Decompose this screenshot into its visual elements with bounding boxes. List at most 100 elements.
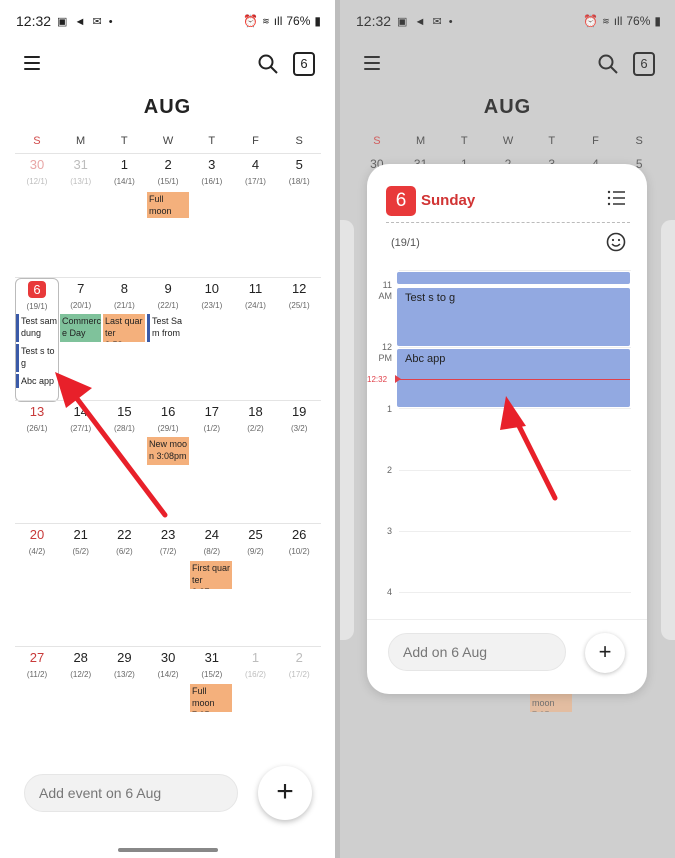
- day-cell[interactable]: 29 (13/2): [102, 647, 146, 771]
- status-time: 12:32: [16, 13, 52, 29]
- day-cell[interactable]: 30 (14/2): [146, 647, 190, 771]
- event-last-quarter[interactable]: Last quar ter 3:58pm: [103, 314, 145, 342]
- weekday-label: S: [295, 135, 303, 147]
- next-day-card-edge[interactable]: [661, 220, 675, 640]
- wifi-icon: ≋: [262, 15, 270, 26]
- day-number: 6: [16, 281, 58, 298]
- lunar-date: (4/2): [28, 547, 46, 556]
- weekday-label: T: [548, 135, 556, 147]
- lunar-date: (21/1): [113, 301, 135, 310]
- day-cell[interactable]: 26 (10/2): [277, 524, 321, 648]
- day-number: 29: [117, 650, 132, 665]
- lunar-date: (15/1): [157, 177, 179, 186]
- day-number: 14: [73, 404, 88, 419]
- weekday-header: S M T W T F S: [355, 135, 661, 147]
- alarm-icon: ⏰: [243, 14, 259, 28]
- day-cell[interactable]: 17 (1/2): [190, 401, 234, 525]
- day-cell[interactable]: 28 (12/2): [59, 647, 103, 771]
- day-cell[interactable]: 10 (23/1): [190, 278, 234, 402]
- day-cell[interactable]: 5 (18/1): [277, 154, 321, 278]
- lunar-date: (22/1): [157, 301, 179, 310]
- status-right: ⏰ ≋ ıll 76% ▮: [583, 14, 661, 28]
- hour-label: 12 PM: [378, 342, 393, 363]
- day-number: 2: [164, 157, 172, 172]
- list-view-icon[interactable]: [607, 190, 625, 206]
- sticker-icon[interactable]: [606, 232, 626, 252]
- day-cell[interactable]: 22 (6/2): [102, 524, 146, 648]
- weekday-label: S: [635, 135, 643, 147]
- search-icon[interactable]: [598, 54, 618, 74]
- add-event-input[interactable]: Add on 6 Aug: [388, 633, 566, 671]
- hour-label: 3: [386, 526, 392, 536]
- status-time: 12:32: [356, 13, 392, 29]
- timeline-event-abc-app[interactable]: Abc app: [397, 349, 630, 407]
- lunar-date: (17/1): [245, 177, 266, 186]
- event-abc-app[interactable]: Abc app: [16, 374, 60, 388]
- day-cell[interactable]: 14 (27/1): [59, 401, 103, 525]
- footer-divider: [367, 619, 647, 620]
- day-cell[interactable]: 3 (16/1): [190, 154, 234, 278]
- day-cell[interactable]: 2 (17/2): [277, 647, 321, 771]
- search-icon[interactable]: [258, 54, 278, 74]
- prev-day-card-edge[interactable]: [340, 220, 354, 640]
- day-cell[interactable]: 12 (25/1): [277, 278, 321, 402]
- event-full-moon[interactable]: Full moon 12:01am: [147, 192, 189, 218]
- day-cell[interactable]: 27 (11/2): [15, 647, 59, 771]
- lunar-date: (24/1): [245, 301, 266, 310]
- day-cell[interactable]: 23 (7/2): [146, 524, 190, 648]
- day-cell[interactable]: 30 (12/1): [15, 154, 59, 278]
- day-cell[interactable]: 15 (28/1): [102, 401, 146, 525]
- current-time-marker: [395, 375, 401, 383]
- event-commerce-day[interactable]: Commerc e Day: [60, 314, 101, 342]
- day-cell[interactable]: 13 (26/1): [15, 401, 59, 525]
- day-cell[interactable]: 11 (24/1): [234, 278, 278, 402]
- day-number: 30: [29, 157, 45, 172]
- day-cell[interactable]: 21 (5/2): [59, 524, 103, 648]
- day-number: 1: [251, 650, 260, 665]
- event-test-samdung[interactable]: Test sam dung: [16, 314, 60, 342]
- lunar-date: (26/1): [26, 424, 48, 433]
- lunar-date: (9/2): [247, 547, 264, 556]
- day-number: 30: [160, 650, 176, 665]
- lunar-date: (28/1): [113, 424, 135, 433]
- timeline-event-partial[interactable]: [397, 272, 630, 284]
- day-cell[interactable]: 25 (9/2): [234, 524, 278, 648]
- add-event-input[interactable]: Add event on 6 Aug: [24, 774, 238, 812]
- hour-label: 11 AM: [378, 280, 393, 301]
- battery-percent: 76%: [626, 14, 651, 28]
- lunar-date: (19/1): [391, 237, 420, 249]
- day-number: 5: [295, 157, 303, 172]
- day-cell[interactable]: 1 (14/1): [102, 154, 146, 278]
- day-cell[interactable]: 4 (17/1): [234, 154, 278, 278]
- menu-icon[interactable]: [364, 56, 380, 70]
- day-cell[interactable]: 31 (13/1): [59, 154, 103, 278]
- today-button[interactable]: 6: [293, 52, 315, 76]
- event-new-moon[interactable]: New moo n 3:08pm: [147, 437, 189, 465]
- menu-icon[interactable]: [24, 56, 40, 70]
- day-cell[interactable]: 19 (3/2): [277, 401, 321, 525]
- signal-icon: ıll: [273, 14, 283, 28]
- day-cell[interactable]: 18 (2/2): [234, 401, 278, 525]
- day-number: 12: [291, 281, 307, 296]
- event-full-moon-2[interactable]: Full moon 7:05am: [190, 684, 232, 712]
- day-cell[interactable]: 1 (16/2): [234, 647, 278, 771]
- event-first-quarter[interactable]: First quar ter 3:27pm: [190, 561, 232, 589]
- hour-label: 4: [386, 587, 392, 597]
- hour-line: [399, 470, 631, 471]
- lunar-date: (13/1): [70, 177, 92, 186]
- day-number: 2: [295, 650, 303, 665]
- lunar-date: (17/2): [288, 670, 310, 679]
- event-test-s-to-g[interactable]: Test s to g: [16, 344, 60, 372]
- add-event-button[interactable]: +: [258, 766, 312, 820]
- day-number: 8: [120, 281, 128, 296]
- lunar-date: (14/2): [157, 670, 179, 679]
- day-cell[interactable]: 20 (4/2): [15, 524, 59, 648]
- today-button[interactable]: 6: [633, 52, 655, 76]
- timeline-event-test-s-to-g[interactable]: Test s to g: [397, 288, 630, 346]
- add-event-button[interactable]: +: [585, 633, 625, 673]
- event-test-sam-from[interactable]: Test Sa m from g: [147, 314, 189, 342]
- alarm-icon: ⏰: [583, 14, 599, 28]
- weekday-label: T: [120, 135, 128, 147]
- month-title: AUG: [143, 96, 192, 118]
- day-number: 31: [204, 650, 220, 665]
